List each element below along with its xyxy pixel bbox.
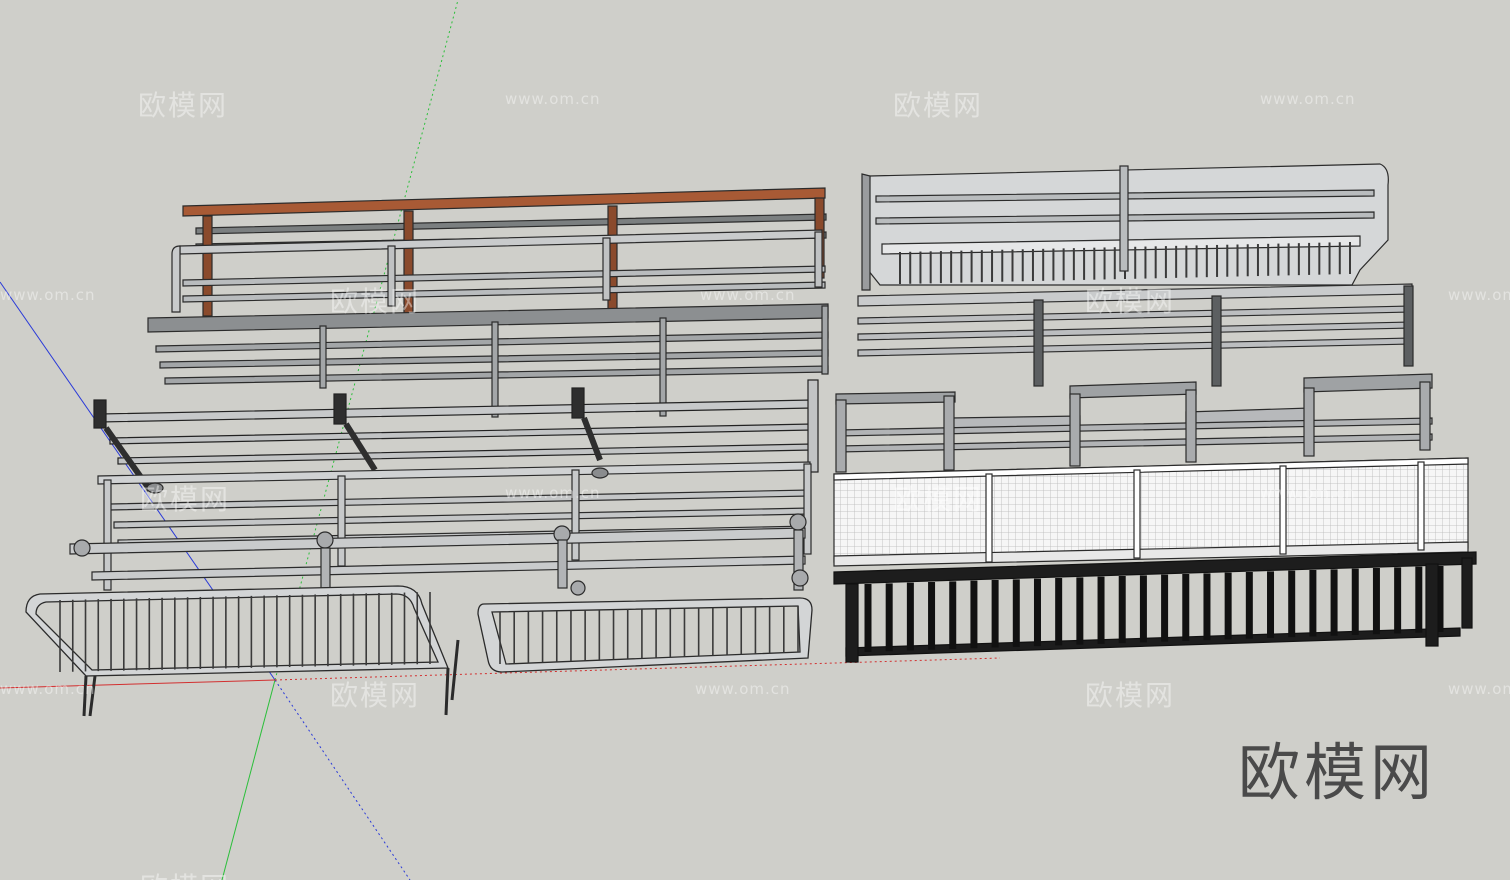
blue-axis-line-dashed <box>274 679 411 880</box>
black-iron-railing-model[interactable] <box>833 551 1477 663</box>
green-axis-line-solid <box>221 679 276 880</box>
brand-watermark: 欧模网 <box>1238 736 1437 809</box>
mesh-panel-railing-model[interactable] <box>833 457 1469 567</box>
red-axis-line <box>0 679 276 689</box>
bench-frame-railing-model[interactable] <box>857 283 1414 387</box>
modeling-viewport[interactable]: 欧模网 www.om.cn 欧模网 www.om.cn www.om.cn 欧模… <box>0 0 1510 880</box>
low-barricade-model[interactable] <box>477 597 813 673</box>
gray-pipe-railing-model[interactable] <box>147 303 829 418</box>
barricade-fence-model[interactable] <box>25 585 460 717</box>
baluster-railing-model[interactable] <box>861 163 1389 291</box>
post-cap-railing-model[interactable] <box>835 373 1433 473</box>
